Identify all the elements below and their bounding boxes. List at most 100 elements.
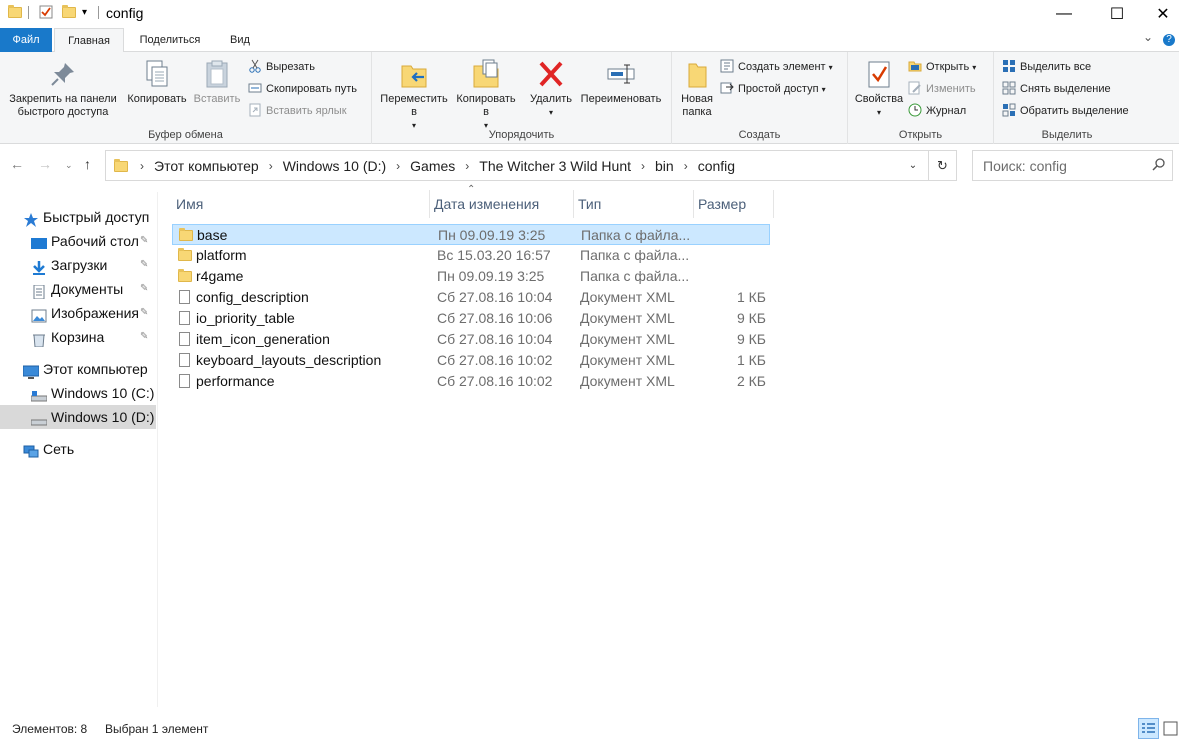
invert-selection-icon (1002, 103, 1016, 117)
file-icon (178, 374, 192, 388)
desktop-icon (31, 234, 47, 249)
pin-icon: ✎ (140, 235, 149, 246)
refresh-icon[interactable]: ↻ (928, 151, 956, 180)
edit-label: Изменить (926, 83, 976, 95)
file-name: keyboard_layouts_description (196, 352, 382, 368)
properties-label: Свойства (854, 93, 904, 105)
help-icon[interactable]: ? (1163, 34, 1175, 46)
breadcrumb-witcher[interactable]: The Witcher 3 Wild Hunt (473, 158, 637, 174)
maximize-button[interactable]: ☐ (1094, 0, 1140, 28)
chevron-right-icon: › (465, 158, 470, 173)
back-arrow-icon[interactable]: ← (10, 156, 24, 172)
address-bar[interactable]: › Этот компьютер › Windows 10 (D:) › Gam… (105, 150, 957, 181)
folder-row[interactable]: base Пн 09.09.19 3:25 Папка с файла... (172, 224, 770, 245)
nav-drive-d[interactable]: Windows 10 (D:) (0, 405, 156, 429)
select-all-button[interactable]: Выделить все (1002, 57, 1091, 77)
search-icon (1152, 157, 1166, 174)
nav-quick-access[interactable]: Быстрый доступ (0, 205, 156, 229)
recent-locations-icon[interactable]: ⌄ (65, 160, 73, 171)
tab-file[interactable]: Файл (0, 28, 52, 52)
chevron-right-icon: › (641, 158, 645, 173)
easy-access-label: Простой доступ (738, 83, 819, 95)
search-input[interactable]: Поиск: config (972, 150, 1173, 181)
column-type[interactable]: Тип (574, 190, 694, 218)
scissors-icon (248, 59, 262, 73)
nav-drive-c-label: Windows 10 (C:) (51, 385, 155, 401)
file-row[interactable]: io_priority_table Сб 27.08.16 10:06 Докуме… (172, 308, 770, 329)
cut-button[interactable]: Вырезать (248, 57, 315, 77)
copy-button[interactable]: Копировать (124, 58, 190, 106)
easy-access-button[interactable]: Простой доступ ▾ (720, 79, 826, 99)
nav-this-pc[interactable]: Этот компьютер (0, 357, 156, 381)
large-icons-view-icon[interactable] (1160, 718, 1179, 739)
pictures-icon (31, 306, 47, 323)
nav-desktop[interactable]: Рабочий стол ✎ (0, 229, 156, 253)
history-button[interactable]: Журнал (908, 101, 966, 121)
file-icon (178, 332, 192, 346)
nav-downloads[interactable]: Загрузки ✎ (0, 253, 156, 277)
up-arrow-icon[interactable]: ↑ (84, 156, 91, 172)
delete-button[interactable]: Удалить ▾ (526, 58, 576, 119)
chevron-down-icon: ▾ (548, 108, 553, 117)
edit-button[interactable]: Изменить (908, 79, 976, 99)
expand-ribbon-icon[interactable]: ⌄ (1143, 30, 1153, 44)
chevron-down-icon: ▾ (876, 108, 881, 117)
organize-group: Переместить в ▾ Копировать в ▾ Удалить ▾… (372, 52, 672, 144)
delete-icon (535, 58, 567, 90)
move-to-icon (398, 58, 430, 90)
file-row[interactable]: config_description Сб 27.08.16 10:04 Докум… (172, 287, 770, 308)
nav-network[interactable]: Сеть (0, 437, 156, 461)
minimize-button[interactable]: — (1041, 0, 1087, 28)
new-item-button[interactable]: Создать элемент ▾ (720, 57, 833, 77)
column-name[interactable]: Имя (172, 190, 430, 218)
breadcrumb-config[interactable]: config (692, 158, 741, 174)
paste-shortcut-button[interactable]: Вставить ярлык (248, 101, 347, 121)
open-group-label: Открыть (898, 129, 943, 141)
new-folder-button[interactable]: Новая папка (676, 58, 718, 119)
tab-view[interactable]: Вид (220, 28, 260, 52)
file-row[interactable]: item_icon_generation Сб 27.08.16 10:04 Док… (172, 329, 770, 350)
file-row[interactable]: performance Сб 27.08.16 10:02 Документ XML… (172, 371, 770, 392)
item-count: Элементов: 8 (12, 722, 88, 736)
folder-row[interactable]: r4game Пн 09.09.19 3:25 Папка с файла... (172, 266, 770, 287)
pin-to-quick-access-button[interactable]: Закрепить на панели быстрого доступа (4, 58, 122, 119)
tab-share[interactable]: Поделиться (130, 28, 210, 52)
copy-to-button[interactable]: Копировать в ▾ (452, 58, 520, 132)
close-button[interactable]: ✕ (1140, 0, 1179, 28)
forward-arrow-icon[interactable]: → (38, 156, 52, 172)
tab-home[interactable]: Главная (54, 28, 124, 53)
paste-button[interactable]: Вставить (192, 58, 242, 106)
folder-row[interactable]: platform Вс 15.03.20 16:57 Папка с файла..… (172, 245, 770, 266)
chevron-right-icon: › (396, 158, 401, 173)
pin-icon: ✎ (140, 283, 149, 294)
nav-pictures[interactable]: Изображения ✎ (0, 301, 156, 325)
folder-icon (106, 159, 136, 172)
properties-icon[interactable] (39, 5, 53, 19)
column-date[interactable]: Дата изменения (430, 190, 574, 218)
folder-icon (179, 228, 193, 242)
nav-drive-c[interactable]: Windows 10 (C:) (0, 381, 156, 405)
invert-selection-button[interactable]: Обратить выделение (1002, 101, 1129, 121)
details-view-icon[interactable] (1138, 718, 1159, 739)
customize-quick-access-icon[interactable]: ▾ (82, 7, 96, 21)
select-none-button[interactable]: Снять выделение (1002, 79, 1111, 99)
open-button[interactable]: Открыть ▾ (908, 57, 976, 77)
paste-shortcut-label: Вставить ярлык (266, 105, 347, 117)
rename-button[interactable]: Переименовать (576, 58, 666, 106)
file-name: performance (196, 373, 275, 389)
file-row[interactable]: keyboard_layouts_description Сб 27.08.16 … (172, 350, 770, 371)
breadcrumb-this-pc[interactable]: Этот компьютер (148, 158, 265, 174)
column-size[interactable]: Размер (694, 190, 774, 218)
nav-documents[interactable]: Документы ✎ (0, 277, 156, 301)
address-history-icon[interactable]: ⌄ (899, 151, 927, 180)
breadcrumb-drive-d[interactable]: Windows 10 (D:) (277, 158, 392, 174)
copy-path-button[interactable]: Скопировать путь (248, 79, 357, 99)
pin-icon: ✎ (140, 259, 149, 270)
breadcrumb-bin[interactable]: bin (649, 158, 680, 174)
breadcrumb-games[interactable]: Games (404, 158, 461, 174)
new-folder-icon[interactable] (62, 5, 76, 19)
nav-recycle-bin[interactable]: Корзина ✎ (0, 325, 156, 349)
chevron-down-icon: ▾ (821, 85, 826, 94)
move-to-button[interactable]: Переместить в ▾ (378, 58, 450, 132)
properties-button[interactable]: Свойства ▾ (852, 58, 906, 119)
